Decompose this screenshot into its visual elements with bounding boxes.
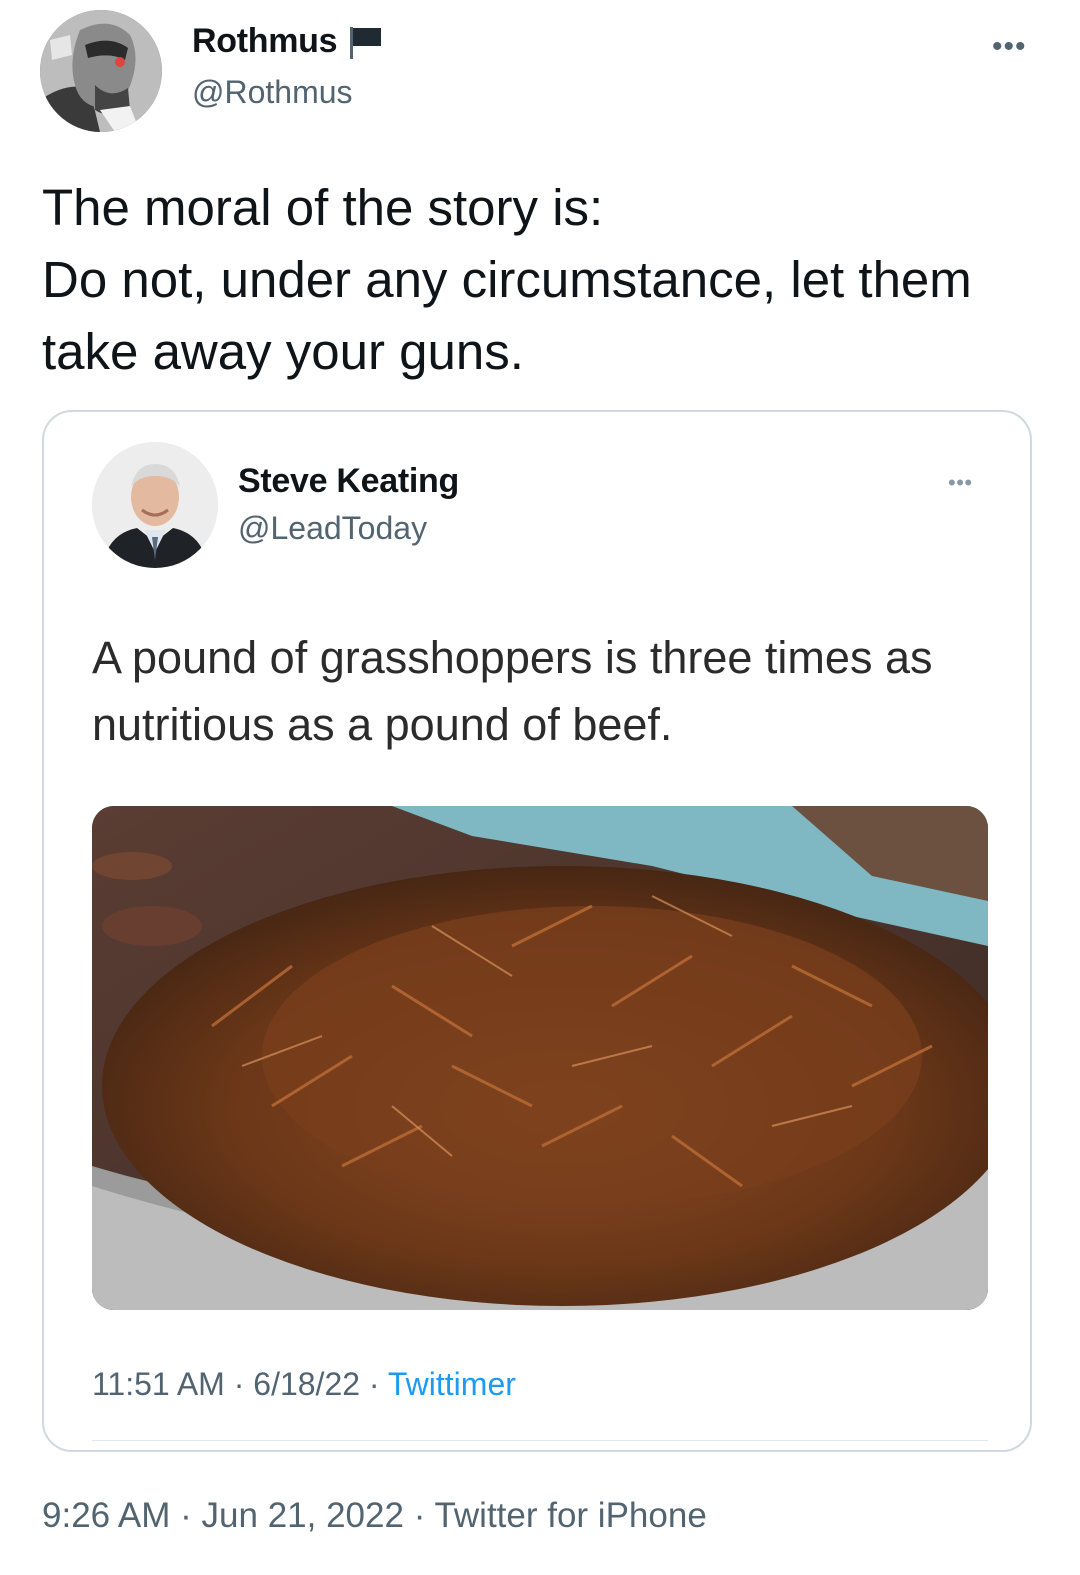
- quoted-source-link[interactable]: Twittimer: [388, 1366, 516, 1402]
- quoted-avatar-illustration: [92, 442, 218, 568]
- quoted-tweet-photo[interactable]: [92, 806, 988, 1310]
- grasshopper-tray-photo: [92, 806, 988, 1310]
- quoted-tweet-meta: 11:51 AM · 6/18/22 · Twittimer: [92, 1366, 516, 1403]
- author-avatar-illustration: [40, 10, 162, 132]
- author-name-row[interactable]: Rothmus: [192, 22, 383, 61]
- meta-separator: ·: [413, 1496, 426, 1535]
- quoted-author-handle[interactable]: @LeadToday: [238, 510, 427, 547]
- tweet-time[interactable]: 9:26 AM: [42, 1496, 170, 1535]
- meta-separator: ·: [368, 1366, 380, 1402]
- author-avatar[interactable]: [40, 10, 162, 132]
- quoted-tweet-text: A pound of grasshoppers is three times a…: [92, 632, 933, 750]
- author-handle[interactable]: @Rothmus: [192, 74, 353, 111]
- flag-icon: [347, 24, 383, 60]
- tweet-date[interactable]: Jun 21, 2022: [202, 1496, 404, 1535]
- quoted-author-name[interactable]: Steve Keating: [238, 462, 459, 501]
- meta-separator: ·: [233, 1366, 245, 1402]
- quoted-divider: [92, 1440, 988, 1441]
- quoted-more-options-icon[interactable]: •••: [948, 470, 973, 496]
- quoted-time[interactable]: 11:51 AM: [92, 1366, 225, 1402]
- tweet-text: The moral of the story is: Do not, under…: [42, 179, 972, 380]
- quoted-tweet-card[interactable]: Steve Keating @LeadToday ••• A pound of …: [42, 410, 1032, 1452]
- meta-separator: ·: [180, 1496, 192, 1535]
- tweet-client[interactable]: Twitter for iPhone: [434, 1496, 706, 1535]
- quoted-author-avatar[interactable]: [92, 442, 218, 568]
- tweet-meta: 9:26 AM · Jun 21, 2022 · Twitter for iPh…: [42, 1496, 707, 1536]
- author-name[interactable]: Rothmus: [192, 22, 338, 61]
- more-options-icon[interactable]: •••: [992, 30, 1027, 64]
- quoted-date[interactable]: 6/18/22: [253, 1366, 360, 1402]
